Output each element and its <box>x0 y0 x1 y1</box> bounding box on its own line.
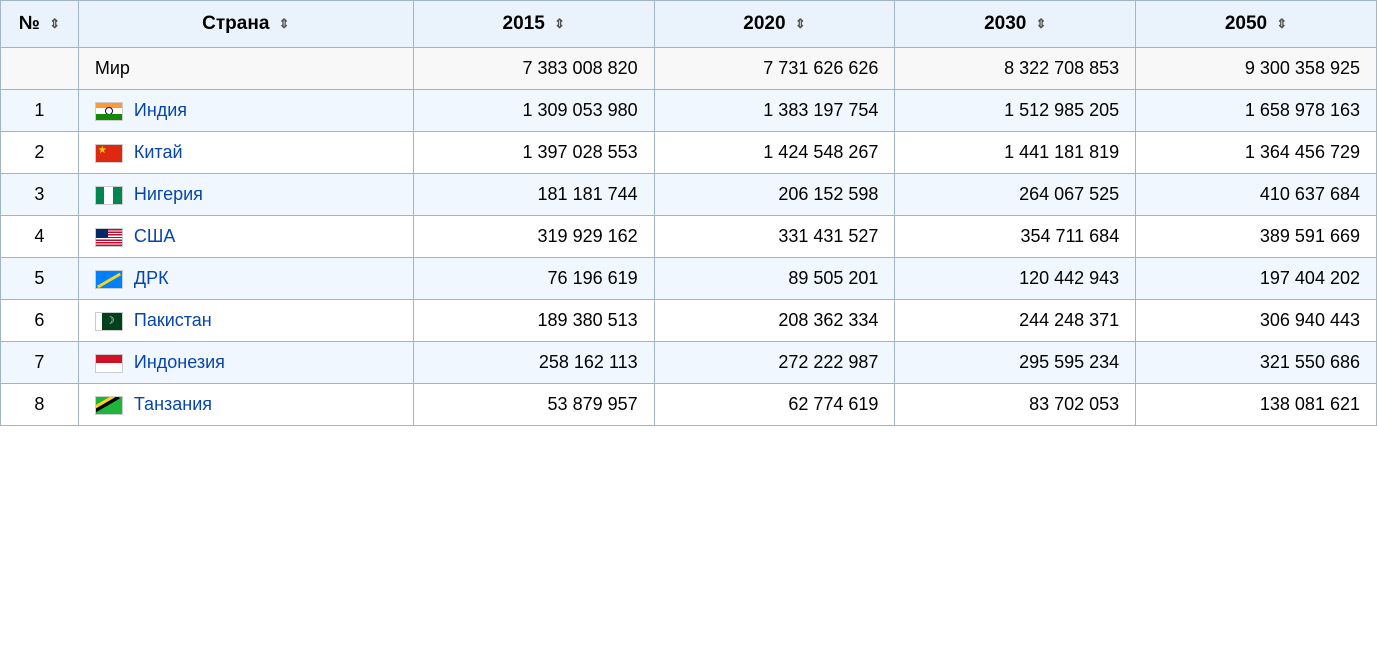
cell-2020: 272 222 987 <box>654 342 895 384</box>
cell-country: Индия <box>78 90 413 132</box>
flag-india <box>95 102 123 121</box>
table-row: 3 Нигерия 181 181 744 206 152 598 264 06… <box>1 174 1377 216</box>
table-row: 8 Танзания 53 879 957 62 774 619 83 702 … <box>1 384 1377 426</box>
cell-2050: 389 591 669 <box>1136 216 1377 258</box>
cell-2015: 258 162 113 <box>413 342 654 384</box>
header-2015-label: 2015 <box>503 13 545 34</box>
cell-country: ДРК <box>78 258 413 300</box>
table-row-world: Мир 7 383 008 820 7 731 626 626 8 322 70… <box>1 48 1377 90</box>
table-row: 4 США 319 929 162 331 431 527 354 711 68… <box>1 216 1377 258</box>
cell-world-2020: 7 731 626 626 <box>654 48 895 90</box>
cell-country: Пакистан <box>78 300 413 342</box>
cell-world-2015: 7 383 008 820 <box>413 48 654 90</box>
flag-drc <box>95 270 123 289</box>
cell-2050: 197 404 202 <box>1136 258 1377 300</box>
cell-2015: 53 879 957 <box>413 384 654 426</box>
cell-world-country: Мир <box>78 48 413 90</box>
country-link[interactable]: США <box>134 226 176 246</box>
flag-indonesia <box>95 354 123 373</box>
cell-country: Нигерия <box>78 174 413 216</box>
cell-num: 5 <box>1 258 79 300</box>
cell-2020: 1 424 548 267 <box>654 132 895 174</box>
cell-2030: 1 512 985 205 <box>895 90 1136 132</box>
flag-china <box>95 144 123 163</box>
cell-country: США <box>78 216 413 258</box>
header-num-label: № <box>19 13 40 34</box>
cell-2015: 1 309 053 980 <box>413 90 654 132</box>
header-2050[interactable]: 2050 ⇕ <box>1136 1 1377 48</box>
cell-num: 2 <box>1 132 79 174</box>
cell-2015: 76 196 619 <box>413 258 654 300</box>
cell-num: 6 <box>1 300 79 342</box>
cell-2030: 120 442 943 <box>895 258 1136 300</box>
cell-country: Танзания <box>78 384 413 426</box>
cell-2020: 208 362 334 <box>654 300 895 342</box>
sort-icon-2015[interactable]: ⇕ <box>554 16 565 32</box>
flag-usa <box>95 228 123 247</box>
cell-2030: 295 595 234 <box>895 342 1136 384</box>
country-link[interactable]: Танзания <box>134 394 212 414</box>
cell-2030: 83 702 053 <box>895 384 1136 426</box>
cell-2020: 206 152 598 <box>654 174 895 216</box>
table-row: 5 ДРК 76 196 619 89 505 201 120 442 943 … <box>1 258 1377 300</box>
cell-2020: 331 431 527 <box>654 216 895 258</box>
population-table: № ⇕ Страна ⇕ 2015 ⇕ 2020 ⇕ 2030 ⇕ 2050 ⇕ <box>0 0 1377 426</box>
cell-num: 4 <box>1 216 79 258</box>
cell-2030: 264 067 525 <box>895 174 1136 216</box>
country-link[interactable]: ДРК <box>134 268 169 288</box>
cell-country: Индонезия <box>78 342 413 384</box>
country-link[interactable]: Индонезия <box>134 352 225 372</box>
cell-2050: 410 637 684 <box>1136 174 1377 216</box>
cell-2015: 181 181 744 <box>413 174 654 216</box>
cell-num: 8 <box>1 384 79 426</box>
cell-world-num <box>1 48 79 90</box>
table-row: 1 Индия 1 309 053 980 1 383 197 754 1 51… <box>1 90 1377 132</box>
cell-2030: 354 711 684 <box>895 216 1136 258</box>
country-link[interactable]: Пакистан <box>134 310 212 330</box>
flag-pakistan <box>95 312 123 331</box>
cell-2030: 244 248 371 <box>895 300 1136 342</box>
cell-num: 3 <box>1 174 79 216</box>
flag-tanzania <box>95 396 123 415</box>
country-link[interactable]: Китай <box>134 142 183 162</box>
table-row: 2 Китай 1 397 028 553 1 424 548 267 1 44… <box>1 132 1377 174</box>
cell-2050: 321 550 686 <box>1136 342 1377 384</box>
header-2020[interactable]: 2020 ⇕ <box>654 1 895 48</box>
header-2015[interactable]: 2015 ⇕ <box>413 1 654 48</box>
cell-2030: 1 441 181 819 <box>895 132 1136 174</box>
sort-icon-2030[interactable]: ⇕ <box>1036 16 1047 32</box>
cell-2050: 1 658 978 163 <box>1136 90 1377 132</box>
flag-nigeria <box>95 186 123 205</box>
cell-country: Китай <box>78 132 413 174</box>
sort-icon-country[interactable]: ⇕ <box>279 16 290 32</box>
cell-world-2050: 9 300 358 925 <box>1136 48 1377 90</box>
sort-icon-2050[interactable]: ⇕ <box>1276 16 1287 32</box>
header-country[interactable]: Страна ⇕ <box>78 1 413 48</box>
cell-2020: 62 774 619 <box>654 384 895 426</box>
header-2030-label: 2030 <box>984 13 1026 34</box>
cell-2050: 1 364 456 729 <box>1136 132 1377 174</box>
cell-2015: 189 380 513 <box>413 300 654 342</box>
sort-icon-num[interactable]: ⇕ <box>49 16 60 32</box>
header-2030[interactable]: 2030 ⇕ <box>895 1 1136 48</box>
cell-2020: 1 383 197 754 <box>654 90 895 132</box>
country-link[interactable]: Нигерия <box>134 184 203 204</box>
header-num[interactable]: № ⇕ <box>1 1 79 48</box>
cell-num: 7 <box>1 342 79 384</box>
cell-num: 1 <box>1 90 79 132</box>
header-country-label: Страна <box>202 13 269 34</box>
cell-2050: 306 940 443 <box>1136 300 1377 342</box>
cell-2020: 89 505 201 <box>654 258 895 300</box>
cell-2015: 1 397 028 553 <box>413 132 654 174</box>
cell-world-2030: 8 322 708 853 <box>895 48 1136 90</box>
table-row: 6 Пакистан 189 380 513 208 362 334 244 2… <box>1 300 1377 342</box>
header-2050-label: 2050 <box>1225 13 1267 34</box>
country-link[interactable]: Индия <box>134 100 187 120</box>
cell-2015: 319 929 162 <box>413 216 654 258</box>
cell-2050: 138 081 621 <box>1136 384 1377 426</box>
header-2020-label: 2020 <box>743 13 785 34</box>
table-row: 7 Индонезия 258 162 113 272 222 987 295 … <box>1 342 1377 384</box>
sort-icon-2020[interactable]: ⇕ <box>795 16 806 32</box>
